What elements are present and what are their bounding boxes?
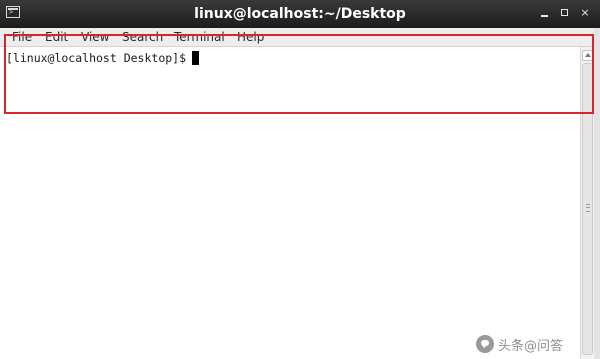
minimize-button[interactable] [537,5,553,21]
scroll-up-arrow-icon[interactable] [582,50,593,61]
grip-icon [586,204,590,212]
scrollbar-thumb[interactable] [582,63,593,355]
menu-terminal[interactable]: Terminal [174,28,225,47]
text-cursor [192,51,200,65]
close-button[interactable]: × [577,5,593,21]
terminal-window: linux@localhost:~/Desktop × File Edit Vi… [0,0,600,359]
menu-edit[interactable]: Edit [45,28,68,47]
maximize-button[interactable] [557,5,573,21]
menu-file[interactable]: File [12,28,32,47]
menu-search[interactable]: Search [122,28,163,47]
watermark-text: 头条@问答 [498,338,564,354]
maximize-icon [561,9,568,16]
close-icon: × [580,6,590,19]
title-bar[interactable]: linux@localhost:~/Desktop × [0,0,600,28]
menu-bar: File Edit View Search Terminal Help [0,28,600,47]
prompt-line: [linux@localhost Desktop]$ [6,50,200,66]
terminal-output[interactable]: [linux@localhost Desktop]$ [0,47,580,359]
watermark: 头条@问答 [476,334,563,354]
window-title: linux@localhost:~/Desktop [194,6,406,22]
window-border [594,28,600,359]
menu-view[interactable]: View [81,28,109,47]
shell-prompt: [linux@localhost Desktop]$ [6,51,187,65]
speech-bubble-icon [476,335,494,353]
menu-help[interactable]: Help [237,28,264,47]
vertical-scrollbar[interactable] [580,47,594,359]
minimize-icon [541,15,548,17]
